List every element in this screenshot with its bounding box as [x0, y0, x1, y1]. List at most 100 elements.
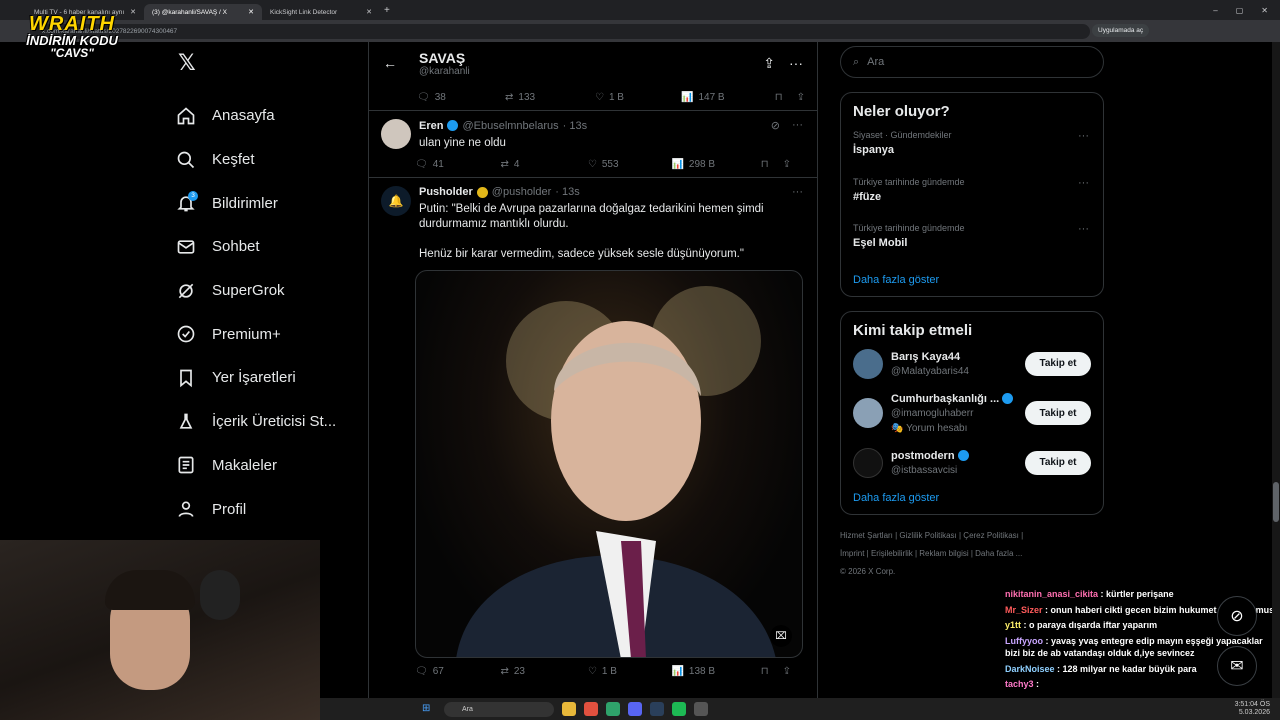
back-arrow-icon[interactable]: ← [383, 55, 397, 71]
share-icon[interactable]: ⇪ [763, 55, 775, 72]
new-tab-icon[interactable]: + [384, 5, 390, 16]
more-options-icon[interactable]: ··· [789, 55, 803, 72]
like-button[interactable]: ♡ 1 B [588, 666, 672, 677]
views-button[interactable]: 📊 147 B [681, 92, 773, 103]
image-options-icon[interactable]: ⌧ [770, 625, 792, 647]
trend-item[interactable]: Siyaset · Gündemdekiler İspanya ··· [853, 130, 1091, 177]
share-icon[interactable]: ⇪ [797, 92, 805, 103]
edge-icon[interactable] [606, 702, 620, 716]
x-logo-icon[interactable]: 𝕏 [170, 50, 360, 80]
avatar[interactable] [853, 348, 883, 379]
search-icon [177, 151, 195, 168]
avatar[interactable] [381, 119, 411, 149]
spotify-icon[interactable] [672, 702, 686, 716]
sidebar-item-label: Sohbet [212, 238, 260, 256]
search-input[interactable]: ⌕ Ara [840, 46, 1104, 78]
tweet-author[interactable]: Eren [419, 120, 443, 132]
follow-suggestion[interactable]: Barış Kaya44 @Malatyabaris44 Takip et [853, 348, 1091, 379]
suggestion-name[interactable]: postmodern [891, 450, 955, 462]
views-icon: 📊 [681, 91, 694, 103]
scrollbar-thumb[interactable] [1273, 482, 1279, 522]
discord-icon[interactable] [628, 702, 642, 716]
sidebar-item-supergrok[interactable]: SuperGrok [170, 269, 360, 313]
more-options-icon[interactable]: ··· [1078, 130, 1089, 142]
more-options-icon[interactable]: ··· [792, 186, 803, 198]
sidebar-item-articles[interactable]: Makaleler [170, 444, 360, 488]
show-more-link[interactable]: Daha fazla göster [853, 492, 1091, 504]
browser-tab-active[interactable]: (3) @karahanli/SAVAŞ / X ✕ [144, 4, 262, 20]
reply-button[interactable]: 🗨 67 [415, 666, 500, 677]
footer-line[interactable]: Hizmet Şartları | Gizlilik Politikası | … [840, 527, 1104, 545]
sidebar-item-bookmarks[interactable]: Yer İşaretleri [170, 356, 360, 400]
more-options-icon[interactable]: ··· [1078, 177, 1089, 189]
sidebar-item-messages[interactable]: Sohbet [170, 225, 360, 269]
sidebar-item-notifications[interactable]: 3 Bildirimler [170, 181, 360, 225]
bookmark-icon[interactable]: ⊓ [761, 159, 769, 170]
like-button[interactable]: ♡ 1 B [595, 92, 681, 103]
open-in-app-button[interactable]: Uygulamada aç [1092, 24, 1150, 37]
scrollbar[interactable] [1272, 42, 1280, 698]
tweet-handle[interactable]: @Ebuselmnbelarus [462, 120, 558, 132]
like-button[interactable]: ♡ 553 [588, 159, 672, 170]
tweet-handle[interactable]: @pusholder [492, 186, 551, 198]
taskbar-clock[interactable]: 3:51:04 ÖS 5.03.2026 [1235, 701, 1280, 717]
chrome-icon[interactable] [584, 702, 598, 716]
trend-item[interactable]: Türkiye tarihinde gündemde #füze ··· [853, 177, 1091, 224]
share-icon[interactable]: ⇪ [783, 666, 791, 677]
views-button[interactable]: 📊 298 B [671, 159, 760, 170]
repost-button[interactable]: ⇄ 133 [505, 92, 595, 103]
reply-button[interactable]: 🗨 38 [417, 92, 505, 103]
sidebar-item-creator-studio[interactable]: İçerik Üreticisi St... [170, 400, 360, 444]
follow-button[interactable]: Takip et [1025, 401, 1091, 425]
views-button[interactable]: 📊 138 B [671, 666, 760, 677]
repost-button[interactable]: ⇄ 4 [500, 159, 587, 170]
minimize-icon[interactable]: – [1213, 6, 1217, 15]
grok-icon[interactable]: ⊘ [771, 119, 780, 132]
follow-suggestion[interactable]: Cumhurbaşkanlığı ... @imamogluhaberr 🎭 Y… [853, 393, 1091, 434]
tweet-author[interactable]: Pusholder [419, 186, 473, 198]
avatar[interactable] [853, 398, 883, 428]
sidebar-item-explore[interactable]: Keşfet [170, 138, 360, 182]
sidebar-item-premium[interactable]: Premium+ [170, 312, 360, 356]
avatar[interactable] [853, 447, 883, 478]
reply-button[interactable]: 🗨 41 [415, 159, 500, 170]
messages-float-button[interactable]: ✉ [1217, 646, 1257, 686]
windows-start-icon[interactable]: ⊞ [422, 703, 434, 715]
browser-tab[interactable]: KickSight Link Detector ✕ [262, 4, 380, 20]
close-tab-icon[interactable]: ✕ [130, 8, 136, 16]
taskbar-search[interactable]: Ara [444, 701, 554, 717]
close-tab-icon[interactable]: ✕ [248, 8, 254, 16]
file-explorer-icon[interactable] [562, 702, 576, 716]
more-options-icon[interactable]: ··· [1078, 223, 1089, 235]
suggestion-name[interactable]: Cumhurbaşkanlığı ... [891, 393, 999, 405]
window-controls: – ▢ ✕ [1213, 6, 1280, 15]
more-options-icon[interactable]: ··· [792, 119, 803, 132]
url-field[interactable]: x.com/karahanli/status/20278226900743004… [30, 23, 1090, 39]
steam-icon[interactable] [650, 702, 664, 716]
tweet-image[interactable]: ⌧ [415, 270, 803, 658]
close-window-icon[interactable]: ✕ [1261, 6, 1268, 15]
close-tab-icon[interactable]: ✕ [366, 8, 372, 16]
footer-line[interactable]: İmprint | Erişilebilirlik | Reklam bilgi… [840, 545, 1104, 563]
follow-button[interactable]: Takip et [1025, 450, 1091, 475]
grok-float-button[interactable]: ⊘ [1217, 596, 1257, 636]
sidebar-item-label: İçerik Üreticisi St... [212, 413, 337, 431]
sidebar-item-home[interactable]: Anasayfa [170, 94, 360, 138]
sidebar-item-profile[interactable]: Profil [170, 487, 360, 531]
repost-button[interactable]: ⇄ 23 [500, 666, 587, 677]
portrait-photo [456, 286, 776, 657]
follow-suggestion[interactable]: postmodern @istbassavcisi Takip et [853, 447, 1091, 478]
share-icon[interactable]: ⇪ [783, 159, 791, 170]
trend-topic: Eşel Mobil [853, 237, 908, 249]
obs-icon[interactable] [694, 702, 708, 716]
suggestion-name[interactable]: Barış Kaya44 [891, 351, 1017, 363]
trend-item[interactable]: Türkiye tarihinde gündemde Eşel Mobil ··… [853, 223, 1091, 270]
maximize-icon[interactable]: ▢ [1236, 6, 1244, 15]
show-more-link[interactable]: Daha fazla göster [853, 274, 1091, 286]
bookmark-icon[interactable]: ⊓ [775, 92, 783, 103]
tweet[interactable]: 🔔 Pusholder @pusholder · 13s ··· Putin: … [369, 177, 817, 684]
tweet[interactable]: Eren @Ebuselmnbelarus · 13s ⊘ ··· ulan yi… [369, 110, 817, 177]
bookmark-icon[interactable]: ⊓ [761, 666, 769, 677]
follow-button[interactable]: Takip et [1025, 351, 1091, 376]
avatar[interactable]: 🔔 [381, 186, 411, 216]
